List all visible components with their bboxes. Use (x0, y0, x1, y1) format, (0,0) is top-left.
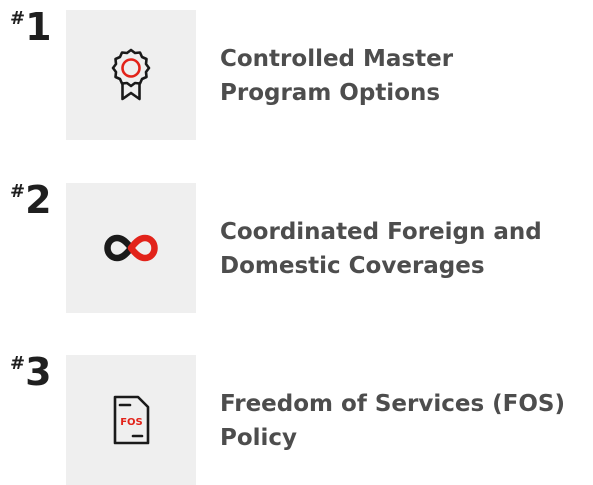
rank-number-1: #1 (10, 5, 52, 49)
title-line: Program Options (220, 80, 441, 106)
rank-hash: # (10, 181, 26, 202)
rank-digit: 3 (25, 350, 51, 394)
title-line: Policy (220, 425, 298, 451)
rank-digit: 2 (25, 178, 51, 222)
icon-tile-2 (66, 183, 196, 313)
rank-number-3: #3 (10, 350, 52, 394)
feature-item-3: #3 FOS Freedom of Services (FOS) Policy (0, 350, 593, 485)
title-line: Domestic Coverages (220, 253, 485, 279)
icon-tile-3: FOS (66, 355, 196, 485)
rank-hash: # (10, 8, 26, 29)
award-ribbon-icon (111, 48, 151, 101)
feature-title-2: Coordinated Foreign and Domestic Coverag… (220, 215, 590, 283)
feature-title-3: Freedom of Services (FOS) Policy (220, 387, 590, 455)
fos-document-icon: FOS (113, 395, 150, 445)
linked-loops-icon (104, 234, 158, 262)
title-line: Freedom of Services (FOS) (220, 391, 565, 417)
icon-tile-1 (66, 10, 196, 140)
feature-item-2: #2 Coordinated Foreign and Domestic Cove… (0, 178, 593, 313)
fos-icon-text: FOS (120, 417, 143, 428)
title-line: Coordinated Foreign and (220, 219, 542, 245)
feature-item-1: #1 Controlled Master Program Options (0, 5, 593, 140)
rank-hash: # (10, 353, 26, 374)
feature-title-1: Controlled Master Program Options (220, 42, 590, 110)
title-line: Controlled Master (220, 46, 454, 72)
rank-number-2: #2 (10, 178, 52, 222)
rank-digit: 1 (25, 5, 51, 49)
